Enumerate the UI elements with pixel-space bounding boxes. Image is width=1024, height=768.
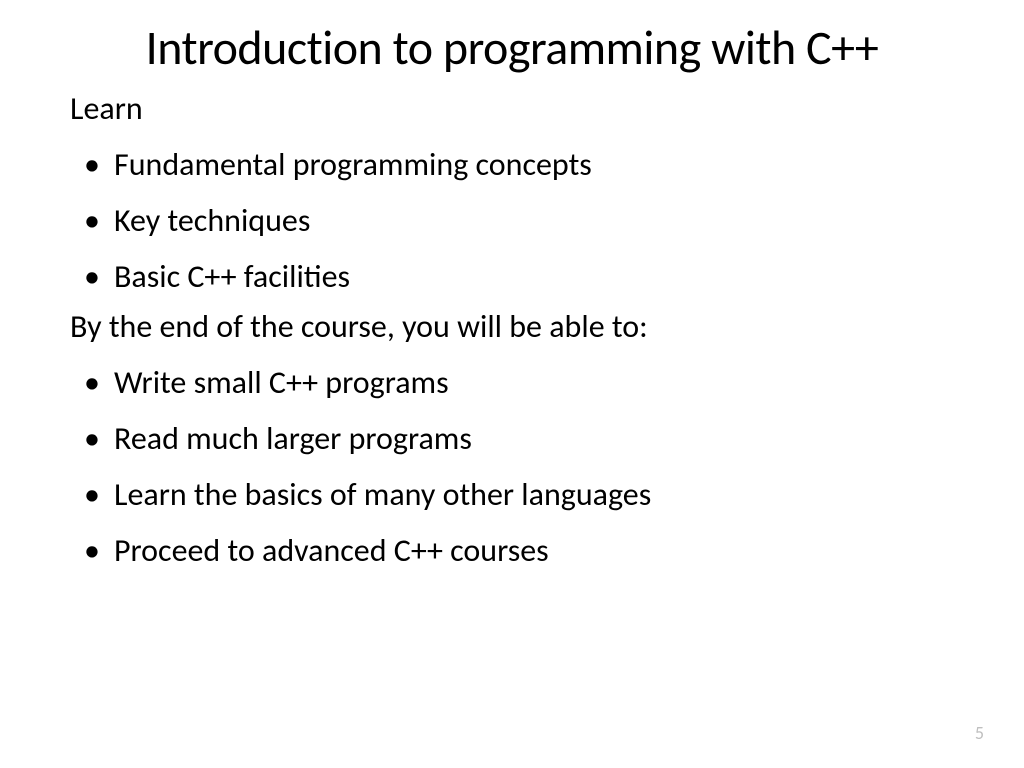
section1-label: Learn <box>70 85 954 133</box>
list-item: Write small C++ programs <box>70 359 954 407</box>
section2-label: By the end of the course, you will be ab… <box>70 303 954 351</box>
list-item: Key techniques <box>70 197 954 245</box>
slide-container: Introduction to programming with C++ Lea… <box>0 0 1024 595</box>
list-item: Read much larger programs <box>70 415 954 463</box>
page-number: 5 <box>975 722 984 744</box>
section2-list: Write small C++ programs Read much large… <box>70 359 954 575</box>
slide-title: Introduction to programming with C++ <box>70 20 954 75</box>
slide-body: Learn Fundamental programming concepts K… <box>70 85 954 575</box>
list-item: Basic C++ facilities <box>70 253 954 301</box>
list-item: Proceed to advanced C++ courses <box>70 527 954 575</box>
list-item: Learn the basics of many other languages <box>70 471 954 519</box>
list-item: Fundamental programming concepts <box>70 141 954 189</box>
section1-list: Fundamental programming concepts Key tec… <box>70 141 954 301</box>
